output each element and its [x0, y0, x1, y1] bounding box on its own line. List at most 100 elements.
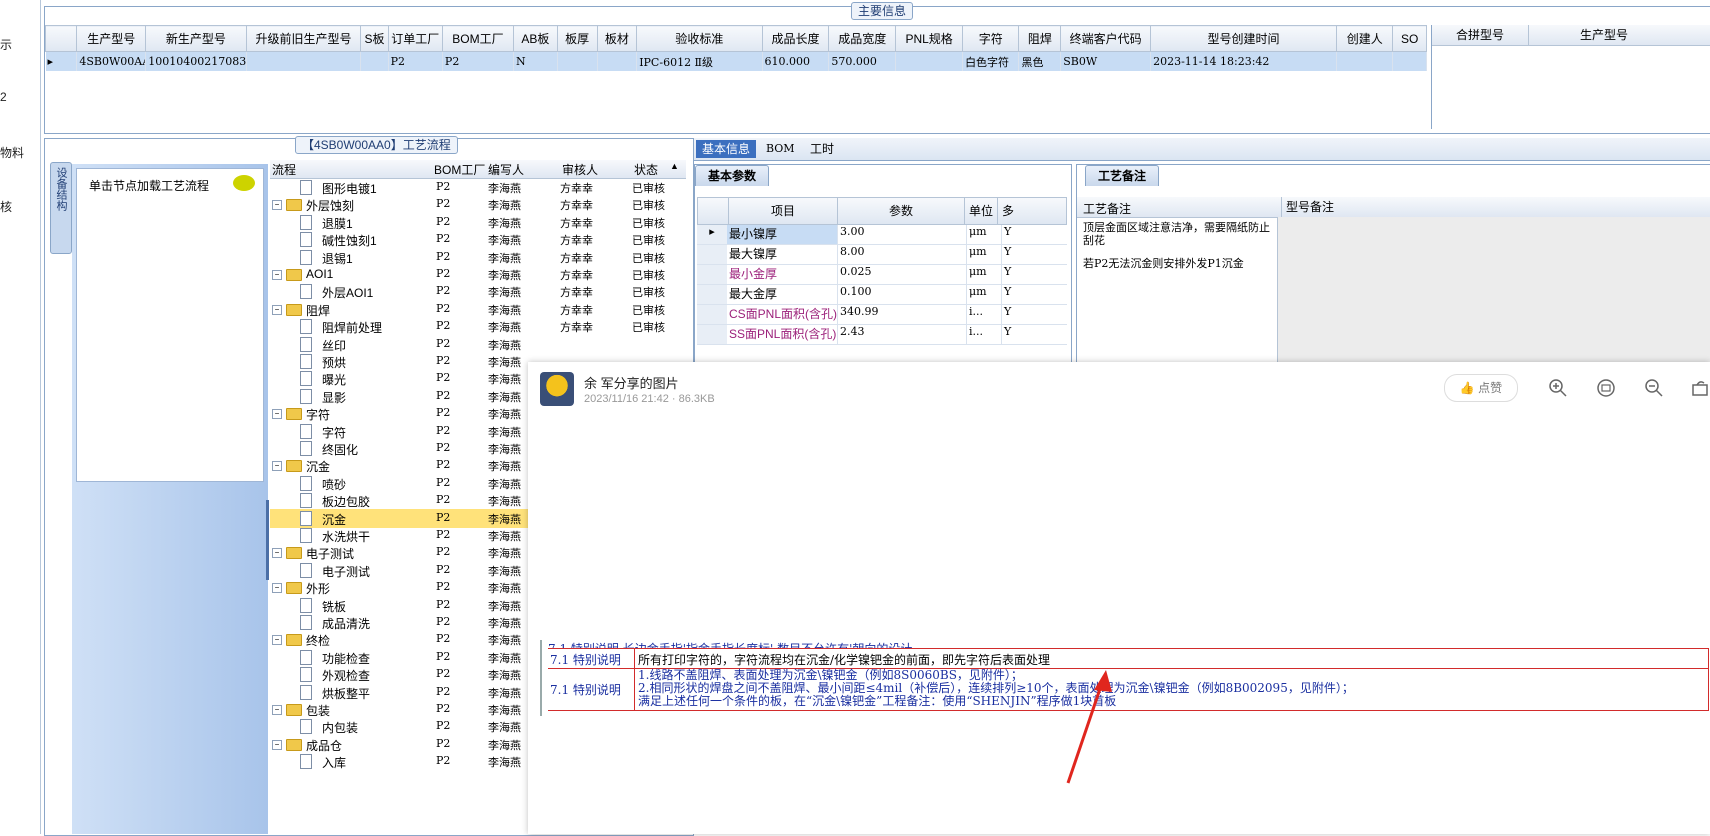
table-cell[interactable]: 2023-11-14 18:23:42: [1150, 51, 1338, 71]
tree-node[interactable]: − 外层蚀刻 P2 李海燕 方幸幸 已审核: [270, 195, 686, 214]
table-cell[interactable]: P2: [442, 51, 514, 71]
zoom-in-icon[interactable]: [1548, 378, 1568, 398]
left-strip-label[interactable]: 示: [0, 36, 12, 53]
left-strip-label[interactable]: 物料: [0, 144, 24, 161]
column-header[interactable]: 升级前旧生产型号: [245, 25, 362, 52]
table-cell[interactable]: 570.000: [828, 51, 897, 71]
collapse-icon[interactable]: −: [272, 461, 282, 472]
table-cell[interactable]: [597, 51, 638, 71]
tree-node[interactable]: − 阻焊 P2 李海燕 方幸幸 已审核: [270, 300, 686, 319]
remark-cell[interactable]: 顶层金面区域注意洁净，需要隔纸防止刮花 若P2无法沉金则安排外发P1沉金: [1083, 221, 1273, 270]
tab-process-remarks[interactable]: 工艺备注: [1085, 165, 1160, 186]
param-value[interactable]: 0.025: [837, 265, 966, 284]
param-column-header[interactable]: 单位: [964, 198, 997, 224]
column-header[interactable]: 板材: [596, 25, 638, 52]
avatar[interactable]: [540, 372, 574, 406]
table-row[interactable]: SS面PNL面积(含孔) 2.43 i... Y: [697, 325, 1067, 345]
collapse-icon[interactable]: −: [272, 635, 282, 646]
table-cell[interactable]: [1392, 51, 1427, 71]
tree-node[interactable]: 退锡1 P2 李海燕 方幸幸 已审核: [270, 248, 686, 267]
table-row[interactable]: CS面PNL面积(含孔) 340.99 i... Y: [697, 305, 1067, 325]
param-column-header[interactable]: 参数: [837, 198, 964, 224]
table-row[interactable]: 最大镍厚 8.00 μm Y: [697, 245, 1067, 265]
table-cell[interactable]: 白色字符: [962, 51, 1020, 71]
left-strip-label[interactable]: 核: [0, 198, 12, 215]
table-cell[interactable]: 610.000: [762, 51, 830, 71]
table-row[interactable]: ▸4SB0W00AA010010400217083P2P2NIPC-6012 Ⅱ…: [45, 51, 1427, 71]
collapse-icon[interactable]: −: [272, 548, 282, 559]
column-header[interactable]: 新生产型号: [145, 25, 247, 52]
tab-basic-info[interactable]: 基本信息: [696, 140, 757, 158]
collapse-icon[interactable]: −: [272, 200, 282, 211]
merge-model-header[interactable]: 合拼型号: [1432, 25, 1528, 45]
nav-box[interactable]: 单击节点加载工艺流程: [76, 168, 264, 482]
left-strip-label[interactable]: 2: [0, 90, 7, 104]
param-value[interactable]: 0.100: [837, 285, 966, 304]
tree-node[interactable]: 外层AOI1 P2 李海燕 方幸幸 已审核: [270, 282, 686, 301]
table-row[interactable]: 最大金厚 0.100 μm Y: [697, 285, 1067, 305]
model-remark-cell[interactable]: [1278, 217, 1710, 365]
column-header[interactable]: 创建人: [1336, 25, 1394, 52]
table-cell[interactable]: [246, 51, 362, 71]
param-column-header[interactable]: 项目: [728, 198, 837, 224]
table-cell[interactable]: 10010400217083: [145, 51, 247, 71]
splitter-handle[interactable]: [266, 500, 269, 580]
column-header[interactable]: PNL规格: [895, 25, 964, 52]
tree-node[interactable]: − AOI1 P2 李海燕 方幸幸 已审核: [270, 265, 686, 284]
table-cell[interactable]: [557, 51, 598, 71]
collapse-icon[interactable]: −: [272, 583, 282, 594]
column-header[interactable]: 成品宽度: [828, 25, 897, 52]
fit-icon[interactable]: [1596, 378, 1616, 398]
tree-header-process[interactable]: 流程: [272, 161, 296, 178]
table-cell[interactable]: [895, 51, 964, 71]
column-header[interactable]: AB板: [512, 25, 558, 52]
param-value[interactable]: 340.99: [837, 305, 966, 324]
tree-header-reviewer[interactable]: 审核人: [562, 161, 598, 178]
column-header[interactable]: 成品长度: [761, 25, 830, 52]
rotate-icon[interactable]: [1690, 378, 1710, 398]
collapse-icon[interactable]: −: [272, 705, 282, 715]
model-remark-header[interactable]: 型号备注: [1281, 197, 1334, 217]
param-column-header[interactable]: 多: [997, 198, 1018, 224]
production-model-header[interactable]: 生产型号: [1528, 25, 1679, 45]
zoom-out-icon[interactable]: [1644, 378, 1664, 398]
param-value[interactable]: 8.00: [837, 245, 966, 264]
column-header[interactable]: 阻焊: [1018, 25, 1062, 52]
table-cell[interactable]: P2: [388, 51, 443, 71]
table-cell[interactable]: [360, 51, 389, 71]
like-button[interactable]: 👍 点赞: [1444, 374, 1518, 402]
table-row[interactable]: ▸ 最小镍厚 3.00 μm Y: [697, 225, 1067, 245]
column-header[interactable]: 终端客户代码: [1060, 25, 1152, 52]
column-header[interactable]: 订单工厂: [387, 25, 443, 52]
table-cell[interactable]: 4SB0W00AA0: [76, 51, 147, 71]
tree-node[interactable]: 退膜1 P2 李海燕 方幸幸 已审核: [270, 213, 686, 232]
remark-header[interactable]: 工艺备注: [1083, 200, 1131, 217]
device-structure-tab[interactable]: 设备结构: [50, 162, 72, 254]
column-header[interactable]: 板厚: [556, 25, 598, 52]
table-row[interactable]: 最小金厚 0.025 μm Y: [697, 265, 1067, 285]
tree-header-writer[interactable]: 编写人: [488, 161, 524, 178]
tab-basic-params[interactable]: 基本参数: [695, 165, 770, 186]
collapse-icon[interactable]: −: [272, 304, 282, 315]
table-cell[interactable]: SB0W: [1060, 51, 1152, 71]
param-value[interactable]: 2.43: [837, 325, 966, 344]
tree-node[interactable]: 丝印 P2 李海燕: [270, 335, 686, 354]
table-cell[interactable]: IPC-6012 Ⅱ级: [636, 51, 763, 71]
column-header[interactable]: 验收标准: [636, 25, 763, 52]
column-header[interactable]: SO: [1392, 25, 1427, 52]
collapse-icon[interactable]: −: [272, 270, 282, 280]
tree-header-bom-factory[interactable]: BOM工厂: [434, 161, 485, 178]
table-cell[interactable]: N: [513, 51, 558, 71]
tab-work-hours[interactable]: 工时: [804, 140, 840, 158]
column-header[interactable]: BOM工厂: [441, 25, 514, 52]
column-header[interactable]: S板: [360, 25, 389, 52]
table-cell[interactable]: [1336, 51, 1394, 71]
column-header[interactable]: 型号创建时间: [1150, 25, 1338, 52]
scroll-up-icon[interactable]: ▲: [670, 161, 679, 171]
table-cell[interactable]: 黑色: [1018, 51, 1062, 71]
param-value[interactable]: 3.00: [837, 225, 966, 244]
column-header[interactable]: 字符: [962, 25, 1020, 52]
collapse-icon[interactable]: −: [272, 409, 282, 420]
tab-bom[interactable]: BOM: [760, 140, 801, 158]
column-header[interactable]: 生产型号: [76, 25, 147, 52]
